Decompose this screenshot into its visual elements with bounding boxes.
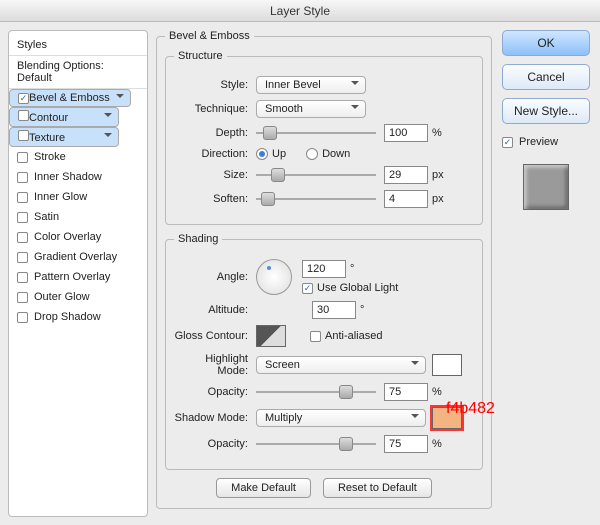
highlight-mode-label: Highlight Mode: (174, 353, 256, 377)
highlight-opacity-slider[interactable] (256, 385, 376, 399)
sidebar-item-inner-glow[interactable]: Inner Glow (9, 187, 147, 207)
sidebar-item-texture[interactable]: Texture (9, 127, 119, 147)
sidebar-item-inner-shadow[interactable]: Inner Shadow (9, 167, 147, 187)
antialias-checkbox[interactable] (310, 331, 321, 342)
make-default-button[interactable]: Make Default (216, 478, 311, 498)
preview-swatch (523, 164, 569, 210)
size-label: Size: (174, 169, 256, 181)
bevel-group: Bevel & Emboss Structure Style:Inner Bev… (156, 30, 492, 509)
checkbox-icon[interactable] (17, 172, 28, 183)
checkbox-icon[interactable] (17, 232, 28, 243)
checkbox-icon[interactable] (18, 130, 29, 141)
shading-group: Shading Angle: 120° Use Global Light Alt… (165, 233, 483, 470)
radio-up[interactable] (256, 148, 268, 160)
angle-dial[interactable] (256, 259, 292, 295)
shadow-opacity-slider[interactable] (256, 437, 376, 451)
sidebar-item-pattern-overlay[interactable]: Pattern Overlay (9, 267, 147, 287)
panel-title: Bevel & Emboss (165, 30, 254, 42)
direction-label: Direction: (174, 148, 256, 160)
size-slider[interactable] (256, 168, 376, 182)
altitude-label: Altitude: (174, 304, 256, 316)
gloss-contour-picker[interactable] (256, 325, 286, 347)
shadow-mode-label: Shadow Mode: (174, 412, 256, 424)
checkbox-icon[interactable] (17, 252, 28, 263)
soften-slider[interactable] (256, 192, 376, 206)
styles-sidebar: Styles Blending Options: Default Bevel &… (8, 30, 148, 517)
color-annotation: f4b482 (446, 400, 495, 418)
checkbox-icon[interactable] (17, 292, 28, 303)
shadow-opacity-field[interactable]: 75 (384, 435, 428, 453)
preview-checkbox[interactable] (502, 137, 513, 148)
cancel-button[interactable]: Cancel (502, 64, 590, 90)
sidebar-item-color-overlay[interactable]: Color Overlay (9, 227, 147, 247)
highlight-color-swatch[interactable] (432, 354, 462, 376)
angle-field[interactable]: 120 (302, 260, 346, 278)
sidebar-item-drop-shadow[interactable]: Drop Shadow (9, 307, 147, 327)
size-field[interactable]: 29 (384, 166, 428, 184)
radio-down[interactable] (306, 148, 318, 160)
style-select[interactable]: Inner Bevel (256, 76, 366, 94)
style-label: Style: (174, 79, 256, 91)
soften-field[interactable]: 4 (384, 190, 428, 208)
depth-slider[interactable] (256, 126, 376, 140)
global-light-checkbox[interactable] (302, 283, 313, 294)
sidebar-item-contour[interactable]: Contour (9, 107, 119, 127)
altitude-field[interactable]: 30 (312, 301, 356, 319)
ok-button[interactable]: OK (502, 30, 590, 56)
depth-field[interactable]: 100 (384, 124, 428, 142)
sidebar-item-outer-glow[interactable]: Outer Glow (9, 287, 147, 307)
shadow-mode-select[interactable]: Multiply (256, 409, 426, 427)
technique-label: Technique: (174, 103, 256, 115)
structure-group: Structure Style:Inner Bevel Technique:Sm… (165, 50, 483, 225)
sidebar-item-gradient-overlay[interactable]: Gradient Overlay (9, 247, 147, 267)
sidebar-item-bevel[interactable]: Bevel & Emboss (9, 89, 131, 107)
checkbox-icon[interactable] (17, 212, 28, 223)
checkbox-icon[interactable] (17, 152, 28, 163)
sidebar-styles-header[interactable]: Styles (9, 35, 147, 56)
new-style-button[interactable]: New Style... (502, 98, 590, 124)
technique-select[interactable]: Smooth (256, 100, 366, 118)
highlight-mode-select[interactable]: Screen (256, 356, 426, 374)
checkbox-icon[interactable] (17, 312, 28, 323)
sidebar-item-stroke[interactable]: Stroke (9, 147, 147, 167)
shadow-opacity-label: Opacity: (174, 438, 256, 450)
gloss-label: Gloss Contour: (174, 330, 256, 342)
angle-label: Angle: (174, 271, 256, 283)
sidebar-item-satin[interactable]: Satin (9, 207, 147, 227)
checkbox-icon[interactable] (18, 93, 29, 104)
highlight-opacity-label: Opacity: (174, 386, 256, 398)
window-title: Layer Style (0, 0, 600, 22)
sidebar-blending-header[interactable]: Blending Options: Default (9, 56, 147, 89)
checkbox-icon[interactable] (17, 192, 28, 203)
checkbox-icon[interactable] (17, 272, 28, 283)
reset-default-button[interactable]: Reset to Default (323, 478, 432, 498)
soften-label: Soften: (174, 193, 256, 205)
checkbox-icon[interactable] (18, 110, 29, 121)
shading-legend: Shading (174, 233, 222, 245)
highlight-opacity-field[interactable]: 75 (384, 383, 428, 401)
depth-label: Depth: (174, 127, 256, 139)
structure-legend: Structure (174, 50, 227, 62)
